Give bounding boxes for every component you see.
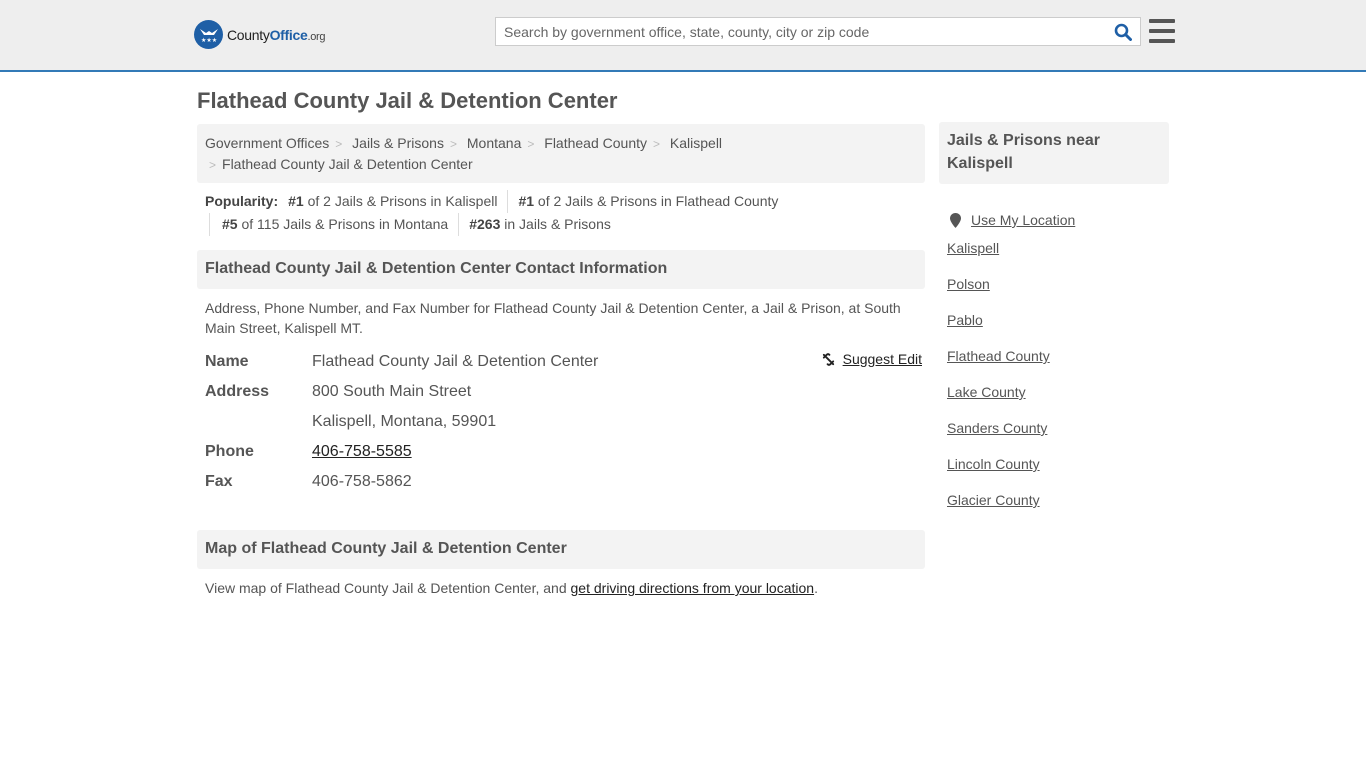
page-title: Flathead County Jail & Detention Center [197,88,618,113]
main-content: Government Offices > Jails & Prisons > Mon… [197,124,925,607]
unlink-icon [822,352,834,366]
sidebar-link-kalispell: Kalispell [947,240,1000,256]
breadcrumb-separator: > [335,137,343,151]
breadcrumb-government-offices[interactable]: Government Offices [205,135,329,151]
fax-value: 406-758-5862 [312,473,412,490]
popularity-label: Popularity: [205,193,279,209]
name-value: Flathead County Jail & Detention Center [312,353,599,370]
popularity: Popularity: #1 of 2 Jails & Prisons in Ka… [197,183,925,253]
phone-link[interactable]: 406-758-5585 [312,443,412,460]
sidebar-link-lake-county: Lake County [947,384,1026,400]
contact-description: Address, Phone Number, and Fax Number fo… [205,300,901,336]
popularity-item: #5 of 115 Jails & Prisons in Montana [209,213,458,236]
info-row-address2: Kalispell, Montana, 59901 [205,407,917,437]
sidebar-link-flathead-county: Flathead County [947,348,1050,364]
breadcrumb-kalispell[interactable]: Kalispell [670,135,722,151]
map-pin-icon [950,212,961,228]
breadcrumb-flathead-county[interactable]: Flathead County [544,135,647,151]
contact-heading: Flathead County Jail & Detention Center … [197,250,925,289]
search-button[interactable] [1106,18,1140,45]
sidebar: Jails & Prisons near Kalispell Use My Lo… [939,122,1169,526]
info-row-address: Address 800 South Main Street [205,383,472,400]
sidebar-link-sanders-county: Sanders County [947,420,1048,436]
sidebar-link-glacier-county: Glacier County [947,492,1040,508]
sidebar-heading: Jails & Prisons near Kalispell [939,122,1169,184]
map-heading: Map of Flathead County Jail & Detention … [197,530,925,569]
breadcrumb-separator: > [653,137,661,151]
breadcrumb-separator: > [209,158,217,172]
breadcrumb-separator: > [527,137,535,151]
eagle-logo-icon: ★★★ [194,20,223,49]
sidebar-link-pablo: Pablo [947,312,983,328]
hamburger-menu-icon[interactable] [1149,19,1175,43]
search-input[interactable] [496,18,1106,45]
popularity-item: #1 of 2 Jails & Prisons in Kalispell [288,193,498,209]
breadcrumb-montana[interactable]: Montana [467,135,521,151]
driving-directions-link[interactable]: get driving directions from your locatio… [571,580,815,596]
popularity-item: #263 in Jails & Prisons [458,213,621,236]
breadcrumb-separator: > [449,137,457,151]
svg-text:★★★: ★★★ [201,37,217,44]
breadcrumb-current: Flathead County Jail & Detention Center [222,156,473,172]
use-my-location[interactable]: Use My Location [947,202,1161,238]
address-line2: Kalispell, Montana, 59901 [312,413,497,430]
map-description: View map of Flathead County Jail & Deten… [205,580,818,596]
info-row-fax: Fax 406-758-5862 [205,473,412,490]
info-row-name: Name Flathead County Jail & Detention Cen… [205,353,599,370]
logo-text: CountyOffice.org [227,26,326,43]
info-row-phone: Phone 406-758-5585 [205,443,412,460]
sidebar-link-polson: Polson [947,276,990,292]
breadcrumb: Government Offices > Jails & Prisons > Mon… [197,124,925,183]
search-icon [1114,23,1132,41]
suggest-edit-link[interactable]: Suggest Edit [821,351,922,367]
sidebar-link-lincoln-county: Lincoln County [947,456,1040,472]
contact-info: Suggest Edit Name Flathead County Jail & … [197,347,925,497]
breadcrumb-jails-prisons[interactable]: Jails & Prisons [352,135,444,151]
address-line1: 800 South Main Street [312,383,472,400]
site-header: ★★★ CountyOffice.org [0,0,1366,72]
search-bar [495,17,1141,46]
sidebar-list: Use My Location Kalispell Polson Pablo F… [939,184,1169,526]
site-logo[interactable]: ★★★ CountyOffice.org [194,20,326,49]
popularity-item: #1 of 2 Jails & Prisons in Flathead Coun… [507,190,788,213]
